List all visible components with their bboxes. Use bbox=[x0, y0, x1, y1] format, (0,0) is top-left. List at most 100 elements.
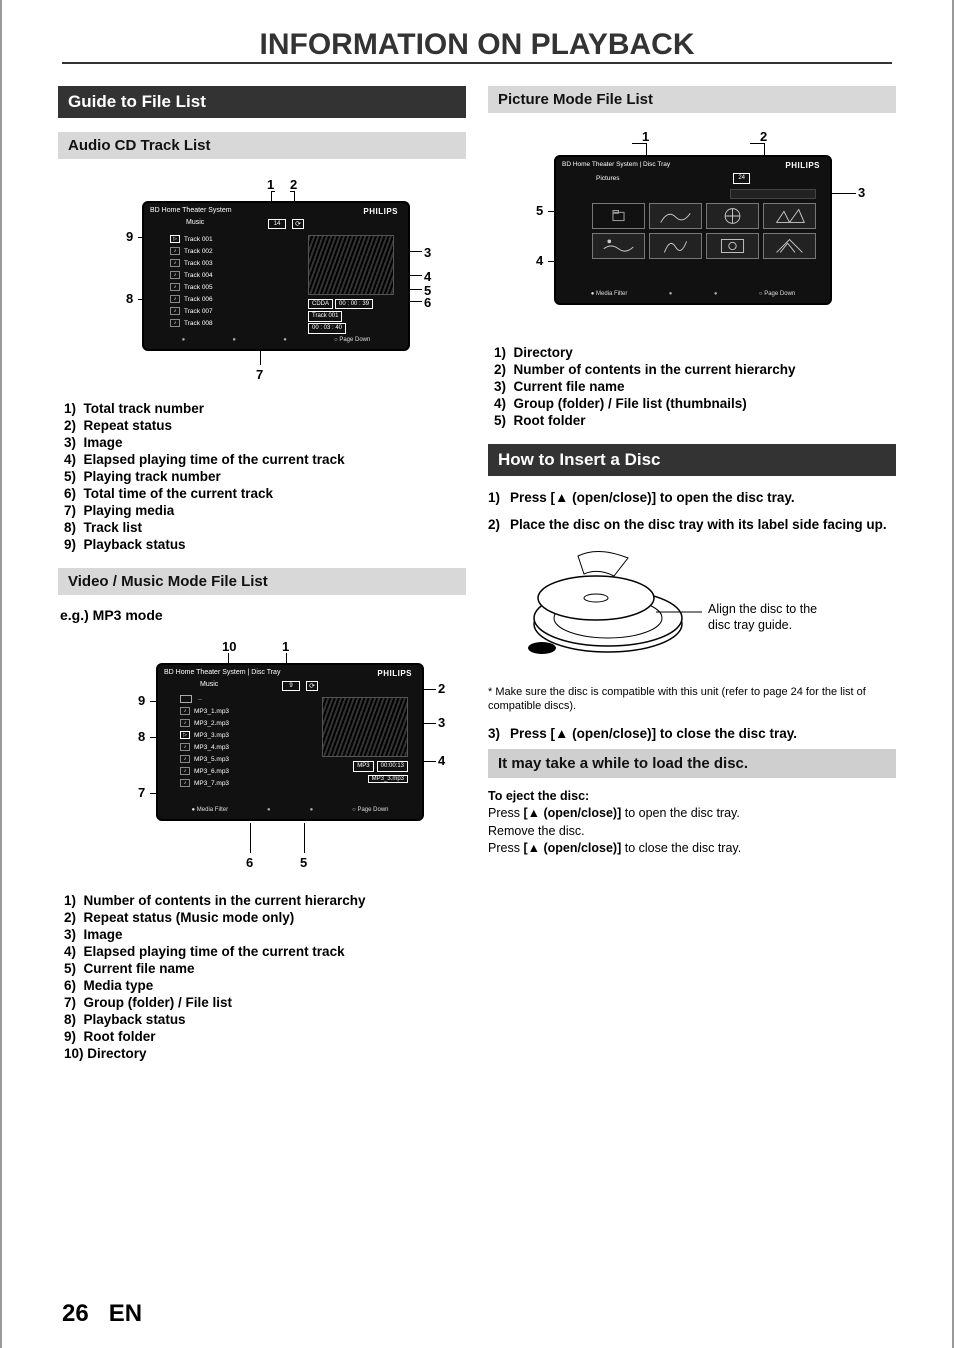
track-item: Track 002 bbox=[184, 248, 213, 255]
callout-2: 2 bbox=[290, 177, 297, 192]
music-note-icon: ♪ bbox=[180, 743, 190, 751]
music-note-icon: ♪ bbox=[180, 779, 190, 787]
legend-item: Playing track number bbox=[84, 469, 221, 484]
eject-icon: ▲ bbox=[528, 805, 540, 823]
music-note-icon: ♪ bbox=[180, 707, 190, 715]
media-type-mp3: MP3 bbox=[353, 761, 373, 772]
legend-item: Directory bbox=[514, 345, 573, 360]
play-icon: ▷ bbox=[180, 731, 190, 739]
play-icon: ▷ bbox=[170, 235, 180, 243]
track-item: Track 003 bbox=[184, 260, 213, 267]
directory-up: .. bbox=[198, 695, 202, 702]
legend-picture: 1) Directory 2) Number of contents in th… bbox=[488, 345, 896, 428]
legend-item: Playback status bbox=[84, 537, 186, 552]
page-down-label: Page Down bbox=[357, 807, 388, 813]
legend-item: Total time of the current track bbox=[84, 486, 274, 501]
figure-picture-mode: 1 2 3 4 5 BD Home Theater System | Disc … bbox=[492, 125, 892, 335]
legend-item: Current file name bbox=[84, 961, 195, 976]
legend-item: Playing media bbox=[84, 503, 175, 518]
thumb bbox=[706, 233, 759, 259]
heading-video-music-mode: Video / Music Mode File List bbox=[58, 568, 466, 595]
media-filter-label: Media Filter bbox=[596, 291, 627, 297]
page-footer: 26 EN bbox=[62, 1300, 142, 1328]
insert-step-3: 3) Press [▲ (open/close)] to close the d… bbox=[488, 726, 896, 741]
load-note: It may take a while to load the disc. bbox=[488, 749, 896, 778]
total-track-number: 14 bbox=[268, 219, 286, 229]
thumb bbox=[706, 203, 759, 229]
eject-instructions: To eject the disc: Press [▲ (open/close)… bbox=[488, 788, 896, 858]
system-title: BD Home Theater System bbox=[150, 207, 232, 214]
callout-p2: 2 bbox=[760, 129, 767, 144]
legend-item: Elapsed playing time of the current trac… bbox=[84, 944, 345, 959]
eject-icon: ▲ bbox=[528, 840, 540, 858]
track-item: Track 005 bbox=[184, 284, 213, 291]
thumb bbox=[592, 233, 645, 259]
music-note-icon: ♪ bbox=[170, 295, 180, 303]
media-type-cdda: CDDA bbox=[308, 299, 333, 309]
music-note-icon: ♪ bbox=[170, 319, 180, 327]
music-note-icon: ♪ bbox=[180, 767, 190, 775]
file-list: ♪ MP3_1.mp3 ♪ MP3_2.mp3 ▷ MP3_3.mp3 ♪ MP3_4.… bbox=[180, 705, 306, 789]
track-item: Track 008 bbox=[184, 320, 213, 327]
track-item: Track 001 bbox=[184, 236, 213, 243]
screen-picture-mode: BD Home Theater System | Disc Tray PHILI… bbox=[554, 155, 832, 305]
eject-icon: ▲ bbox=[555, 490, 568, 505]
callout-8: 8 bbox=[126, 291, 133, 306]
callout-p4: 4 bbox=[536, 253, 543, 268]
root-folder-icon bbox=[180, 695, 192, 703]
legend-item: Elapsed playing time of the current trac… bbox=[84, 452, 345, 467]
legend-item: Group (folder) / File list bbox=[84, 995, 233, 1010]
file-item: MP3_1.mp3 bbox=[194, 708, 229, 715]
music-note-icon: ♪ bbox=[180, 755, 190, 763]
screen-mp3: BD Home Theater System | Disc Tray PHILI… bbox=[156, 663, 424, 821]
thumb bbox=[763, 233, 816, 259]
thumb bbox=[649, 233, 702, 259]
legend-item: Track list bbox=[84, 520, 143, 535]
screen-audio-cd: BD Home Theater System PHILIPS Music 14 … bbox=[142, 201, 410, 351]
file-item: MP3_4.mp3 bbox=[194, 744, 229, 751]
file-item: MP3_3.mp3 bbox=[194, 732, 229, 739]
heading-guide-to-file-list: Guide to File List bbox=[58, 86, 466, 118]
legend-item: Group (folder) / File list (thumbnails) bbox=[514, 396, 747, 411]
legend-audio-cd: 1) Total track number 2) Repeat status 3… bbox=[58, 401, 466, 552]
content-count: 24 bbox=[733, 173, 750, 184]
callout-10: 10 bbox=[222, 639, 236, 654]
eject-icon: ▲ bbox=[555, 726, 568, 741]
legend-item: Root folder bbox=[84, 1029, 156, 1044]
callout-p3: 3 bbox=[858, 185, 865, 200]
system-title: BD Home Theater System | Disc Tray bbox=[562, 161, 670, 168]
legend-item: Directory bbox=[87, 1046, 146, 1061]
brand-logo: PHILIPS bbox=[785, 161, 820, 170]
track-item: Track 007 bbox=[184, 308, 213, 315]
file-item: MP3_5.mp3 bbox=[194, 756, 229, 763]
subtitle-music: Music bbox=[186, 219, 204, 226]
compat-note: * Make sure the disc is compatible with … bbox=[488, 686, 896, 714]
subtitle-music: Music bbox=[200, 681, 218, 688]
system-title: BD Home Theater System | Disc Tray bbox=[164, 669, 280, 676]
insert-step-2: 2) Place the disc on the disc tray with … bbox=[488, 517, 896, 532]
playing-track: Track 001 bbox=[308, 311, 342, 322]
page-number: 26 bbox=[62, 1300, 89, 1328]
music-note-icon: ♪ bbox=[170, 283, 180, 291]
image-area bbox=[308, 235, 394, 295]
music-note-icon: ♪ bbox=[170, 259, 180, 267]
total-time: 00 : 03 : 40 bbox=[308, 323, 346, 334]
figure-disc-insert: Align the disc to the disc tray guide. bbox=[518, 540, 828, 680]
thumbnail-grid bbox=[592, 203, 816, 259]
current-file-name-bar bbox=[730, 189, 816, 199]
repeat-icon: ⟳ bbox=[292, 219, 304, 229]
file-item: MP3_2.mp3 bbox=[194, 720, 229, 727]
callout-5b: 5 bbox=[300, 855, 307, 870]
heading-picture-mode: Picture Mode File List bbox=[488, 86, 896, 113]
track-list: ▷ Track 001 ♪ Track 002 ♪ Track 003 ♪ Track … bbox=[170, 233, 286, 329]
legend-item: Repeat status bbox=[84, 418, 173, 433]
music-note-icon: ♪ bbox=[170, 247, 180, 255]
legend-mp3: 1) Number of contents in the current hie… bbox=[58, 893, 466, 1061]
legend-item: Total track number bbox=[84, 401, 205, 416]
content-count: 9 bbox=[282, 681, 300, 691]
legend-item: Repeat status (Music mode only) bbox=[84, 910, 295, 925]
figure-audio-cd-track-list: 1 2 3 4 5 6 7 8 9 BD Home Theater System… bbox=[72, 171, 452, 391]
callout-p1: 1 bbox=[642, 129, 649, 144]
brand-logo: PHILIPS bbox=[363, 207, 398, 216]
repeat-icon: ⟳ bbox=[306, 681, 318, 691]
